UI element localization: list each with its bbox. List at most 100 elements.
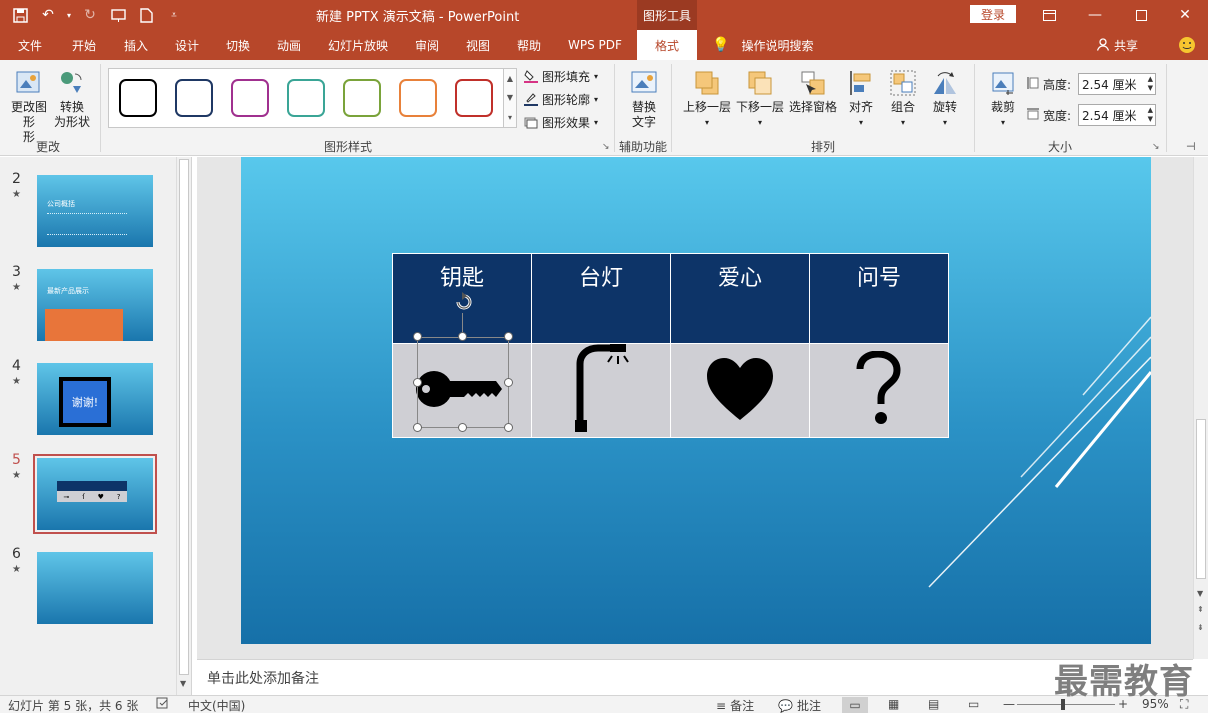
- pin-ribbon-icon[interactable]: ⊣: [1186, 140, 1196, 153]
- resize-handle-se[interactable]: [504, 423, 513, 432]
- customize-qat-icon[interactable]: ⩡: [162, 5, 186, 25]
- convert-to-shape-button[interactable]: 转换 为形状: [52, 68, 92, 130]
- save-icon[interactable]: [8, 5, 32, 25]
- next-slide-icon[interactable]: ⇟: [1197, 623, 1204, 632]
- tab-home[interactable]: 开始: [72, 30, 96, 60]
- tab-slideshow[interactable]: 幻灯片放映: [328, 30, 388, 60]
- selection-box[interactable]: [417, 337, 509, 428]
- header-cell-lamp[interactable]: 台灯: [531, 253, 671, 344]
- alt-text-button[interactable]: 替换 文字: [622, 68, 666, 130]
- crop-button[interactable]: 裁剪 ▾: [985, 68, 1021, 130]
- tab-file[interactable]: 文件: [18, 30, 42, 60]
- selection-pane-button[interactable]: 选择窗格: [788, 68, 838, 115]
- tab-help[interactable]: 帮助: [517, 30, 541, 60]
- style-swatch-1[interactable]: [119, 79, 157, 117]
- question-icon[interactable]: [854, 350, 904, 427]
- slide-thumbnail-5[interactable]: ⊸ ſ ♥?: [33, 454, 157, 534]
- share-button[interactable]: 共享: [1096, 30, 1138, 60]
- close-icon[interactable]: ✕: [1162, 0, 1208, 30]
- rotate-handle-icon[interactable]: [453, 291, 475, 313]
- redo-icon[interactable]: ↻: [78, 5, 102, 25]
- icon-cell-heart[interactable]: [670, 343, 810, 438]
- resize-handle-w[interactable]: [413, 378, 422, 387]
- shape-outline-button[interactable]: 图形轮廓 ▾: [524, 89, 598, 109]
- chevron-down-icon[interactable]: ▼: [507, 93, 513, 102]
- tab-design[interactable]: 设计: [175, 30, 199, 60]
- resize-handle-nw[interactable]: [413, 332, 422, 341]
- change-shape-button[interactable]: 更改图形 形: [8, 68, 50, 145]
- reading-view-icon[interactable]: ▤: [928, 697, 939, 711]
- tab-wps-pdf[interactable]: WPS PDF: [568, 30, 622, 60]
- maximize-icon[interactable]: [1118, 0, 1164, 30]
- resize-handle-sw[interactable]: [413, 423, 422, 432]
- thumbnail-scrollbar[interactable]: ▼: [176, 157, 191, 695]
- gallery-more-icon[interactable]: ▾: [508, 113, 512, 122]
- shape-fill-button[interactable]: 图形填充 ▾: [524, 66, 598, 86]
- slide-sorter-icon[interactable]: ▦: [888, 697, 899, 711]
- style-swatch-4[interactable]: [287, 79, 325, 117]
- style-swatch-6[interactable]: [399, 79, 437, 117]
- notes-toggle-button[interactable]: ≡ 备注: [716, 697, 754, 714]
- start-from-beginning-icon[interactable]: [106, 5, 130, 25]
- tab-review[interactable]: 审阅: [415, 30, 439, 60]
- resize-handle-s[interactable]: [458, 423, 467, 432]
- undo-icon[interactable]: ↶: [36, 5, 60, 25]
- zoom-out-icon[interactable]: —: [1003, 697, 1015, 711]
- align-button[interactable]: 对齐 ▾: [843, 68, 879, 130]
- scroll-thumb[interactable]: [179, 159, 189, 675]
- chevron-up-icon[interactable]: ▲: [507, 74, 513, 83]
- ribbon-display-options-icon[interactable]: [1026, 0, 1072, 30]
- group-button[interactable]: 组合 ▾: [885, 68, 921, 130]
- style-swatch-2[interactable]: [175, 79, 213, 117]
- width-input[interactable]: 2.54 厘米 ▲ ▼: [1078, 104, 1156, 126]
- language-indicator[interactable]: 中文(中国): [188, 697, 245, 714]
- heart-icon[interactable]: [705, 356, 775, 422]
- previous-slide-icon[interactable]: ⇞: [1197, 605, 1204, 614]
- tab-insert[interactable]: 插入: [124, 30, 148, 60]
- send-backward-button[interactable]: 下移一层 ▾: [735, 68, 785, 130]
- lamp-icon[interactable]: [566, 344, 636, 434]
- scroll-thumb[interactable]: [1196, 419, 1206, 579]
- notes-pane[interactable]: 单击此处添加备注: [197, 659, 1193, 695]
- style-swatch-7[interactable]: [455, 79, 493, 117]
- smiley-feedback-icon[interactable]: [1178, 30, 1196, 60]
- editor-scrollbar[interactable]: ▼ ⇞ ⇟: [1193, 157, 1208, 659]
- normal-view-icon[interactable]: ▭: [842, 697, 868, 713]
- tell-me-search[interactable]: 💡 操作说明搜索: [712, 30, 813, 60]
- height-input[interactable]: 2.54 厘米 ▲ ▼: [1078, 73, 1156, 95]
- tab-transitions[interactable]: 切换: [226, 30, 250, 60]
- chevron-down-icon[interactable]: ▼: [180, 679, 186, 688]
- style-swatch-5[interactable]: [343, 79, 381, 117]
- login-button[interactable]: 登录: [970, 5, 1016, 23]
- slide-canvas[interactable]: 钥匙 台灯 爱心 问号: [241, 157, 1151, 644]
- slide-thumbnail-6[interactable]: [37, 552, 153, 624]
- dialog-launcher-icon[interactable]: ↘: [1152, 142, 1160, 152]
- header-cell-question[interactable]: 问号: [809, 253, 949, 344]
- slide-thumbnail-4[interactable]: 谢谢!: [37, 363, 153, 435]
- bring-forward-button[interactable]: 上移一层 ▾: [682, 68, 732, 130]
- zoom-slider[interactable]: [1017, 704, 1115, 705]
- height-spinner[interactable]: ▲ ▼: [1148, 75, 1153, 93]
- slide-thumbnail-3[interactable]: 最新产品展示: [37, 269, 153, 341]
- spell-check-icon[interactable]: [156, 697, 170, 709]
- rotate-button[interactable]: 旋转 ▾: [927, 68, 963, 130]
- new-file-icon[interactable]: [134, 5, 158, 25]
- minimize-icon[interactable]: —: [1072, 0, 1118, 30]
- chevron-down-icon[interactable]: ▾: [64, 5, 74, 25]
- width-spinner[interactable]: ▲ ▼: [1148, 106, 1153, 124]
- tab-view[interactable]: 视图: [466, 30, 490, 60]
- resize-handle-ne[interactable]: [504, 332, 513, 341]
- gallery-scroll[interactable]: ▲ ▼ ▾: [503, 68, 517, 128]
- style-swatch-3[interactable]: [231, 79, 269, 117]
- dialog-launcher-icon[interactable]: ↘: [602, 142, 610, 152]
- tab-animations[interactable]: 动画: [277, 30, 301, 60]
- comments-toggle-button[interactable]: 💬 批注: [778, 697, 821, 714]
- slideshow-icon[interactable]: ▭: [968, 697, 979, 711]
- icon-cell-question[interactable]: [809, 343, 949, 438]
- chevron-down-icon[interactable]: ▼: [1197, 589, 1203, 598]
- icon-cell-lamp[interactable]: [531, 343, 671, 438]
- slide-thumbnail-2[interactable]: 公司概括: [37, 175, 153, 247]
- tab-format[interactable]: 格式: [637, 30, 697, 60]
- header-cell-heart[interactable]: 爱心: [670, 253, 810, 344]
- shape-effects-button[interactable]: 图形效果 ▾: [524, 112, 598, 132]
